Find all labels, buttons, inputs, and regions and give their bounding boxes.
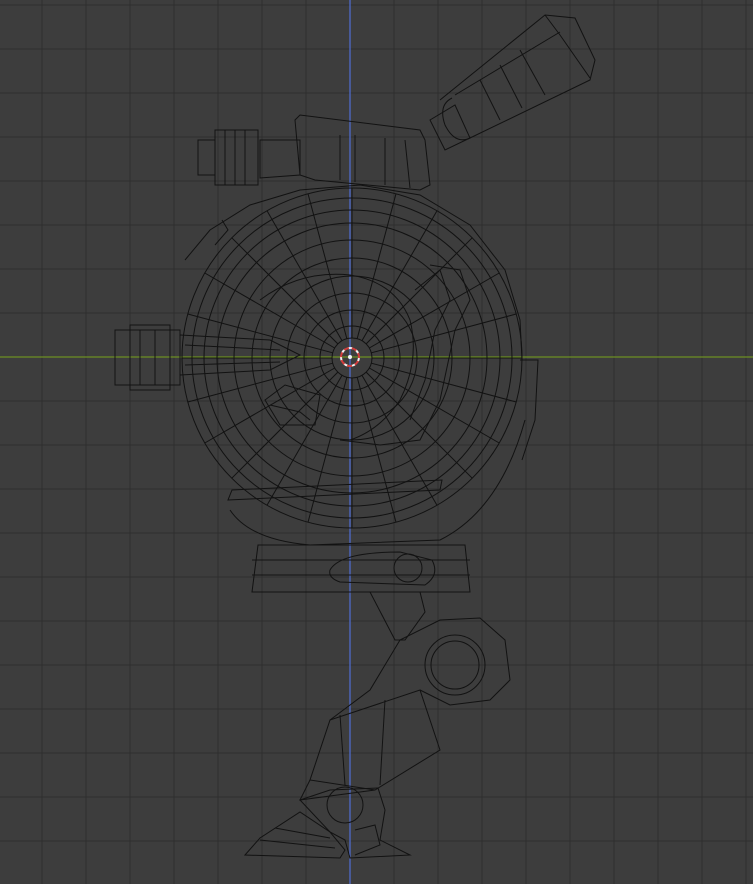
- sphere-spoke: [231, 237, 339, 345]
- robot-wireframe-model[interactable]: [114, 14, 596, 859]
- foot: [243, 786, 412, 859]
- grid-overlay: [0, 0, 753, 884]
- 3d-viewport[interactable]: [0, 0, 753, 884]
- shell-plates: [184, 184, 539, 546]
- sphere-body: [181, 187, 523, 529]
- sphere-spoke: [365, 371, 473, 479]
- leg-lower: [299, 689, 441, 801]
- top-connector: [197, 114, 431, 191]
- hip-block: [251, 544, 471, 593]
- viewport-canvas[interactable]: [0, 0, 753, 884]
- leg-upper: [329, 591, 511, 721]
